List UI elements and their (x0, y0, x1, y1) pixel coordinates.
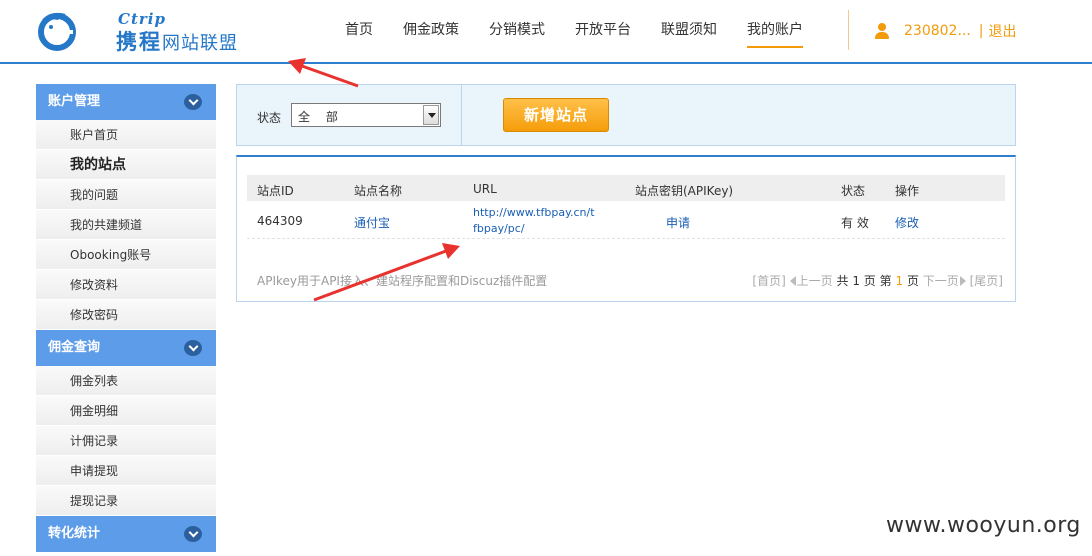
col-site-id: 站点ID (257, 184, 294, 198)
prev-page-link[interactable]: 上一页 (797, 274, 833, 288)
next-page-link[interactable]: 下一页 (923, 274, 959, 288)
table-header: 站点ID 站点名称 URL 站点密钥(APIKey) 状态 操作 (247, 175, 1005, 201)
sidebar-item-change-password[interactable]: 修改密码 (36, 300, 216, 330)
total-prefix: 共 (836, 274, 849, 288)
add-site-button[interactable]: 新增站点 (503, 98, 609, 132)
sidebar-item-my-questions[interactable]: 我的问题 (36, 180, 216, 210)
nav-my-account[interactable]: 我的账户 (732, 0, 818, 62)
header-divider (848, 10, 849, 50)
dolphin-logo-icon (38, 12, 76, 51)
sidebar-item-edit-profile[interactable]: 修改资料 (36, 270, 216, 300)
sidebar-item-commission-detail[interactable]: 佣金明细 (36, 396, 216, 426)
nav-commission-policy[interactable]: 佣金政策 (388, 0, 474, 62)
chevron-down-icon[interactable] (184, 340, 202, 356)
next-arrow-icon (959, 276, 966, 286)
logout-link[interactable]: 退出 (989, 21, 1017, 41)
apikey-note: APIkey用于API接入、建站程序配置和Discuz插件配置 (257, 274, 548, 288)
ctrip-logo[interactable]: Ctrip 携程 网站联盟 (36, 8, 256, 54)
col-url: URL (473, 182, 497, 196)
nav-open-platform[interactable]: 开放平台 (560, 0, 646, 62)
user-icon (874, 23, 890, 39)
sidebar-group-conversion[interactable]: 转化统计 (36, 516, 216, 552)
col-site-name: 站点名称 (354, 184, 403, 198)
status-cell: 有 效 (841, 216, 869, 230)
sidebar-item-co-channels[interactable]: 我的共建频道 (36, 210, 216, 240)
site-name-link[interactable]: 通付宝 (354, 214, 390, 231)
status-select[interactable]: 全 部 (291, 103, 441, 127)
col-status: 状态 (841, 184, 866, 198)
first-page-link[interactable]: [首页] (752, 274, 785, 288)
user-separator: | (978, 23, 984, 39)
pagination: [首页] 上一页 共 1 页 第 1 页 下一页 [尾页] (752, 272, 1003, 289)
sidebar-item-withdraw-records[interactable]: 提现记录 (36, 486, 216, 516)
dropdown-arrow-icon[interactable] (423, 105, 439, 125)
main-nav: 首页 佣金政策 分销模式 开放平台 联盟须知 我的账户 (330, 0, 818, 62)
logo-cn-text: 携程 (116, 30, 162, 54)
sidebar-group-title: 转化统计 (48, 526, 101, 541)
site-url-link[interactable]: http://www.tfbpay.cn/tfbpay/pc/ (473, 205, 597, 237)
site-id-cell: 464309 (257, 214, 303, 228)
sidebar-item-my-sites[interactable]: 我的站点 (36, 150, 216, 180)
sidebar-group-commission[interactable]: 佣金查询 (36, 330, 216, 366)
page-unit: 页 (863, 274, 876, 288)
current-page: 1 (895, 274, 904, 288)
status-select-value: 全 部 (298, 110, 344, 124)
top-header: Ctrip 携程 网站联盟 首页 佣金政策 分销模式 开放平台 联盟须知 我的账… (0, 0, 1092, 64)
nav-alliance-notice[interactable]: 联盟须知 (646, 0, 732, 62)
sidebar-group-title: 佣金查询 (48, 340, 101, 355)
sidebar-group-account[interactable]: 账户管理 (36, 84, 216, 120)
sidebar: 账户管理 账户首页 我的站点 我的问题 我的共建频道 Obooking账号 修改… (36, 84, 216, 552)
sidebar-item-commission-records[interactable]: 计佣记录 (36, 426, 216, 456)
table-row: 464309 通付宝 http://www.tfbpay.cn/tfbpay/p… (247, 201, 1005, 239)
nav-home[interactable]: 首页 (330, 0, 388, 62)
apikey-apply-link[interactable]: 申请 (666, 214, 690, 231)
chevron-down-icon[interactable] (184, 526, 202, 542)
username-link[interactable]: 230802... (904, 23, 971, 39)
sidebar-group-title: 账户管理 (48, 94, 101, 109)
sidebar-item-obooking[interactable]: Obooking账号 (36, 240, 216, 270)
nav-distribution-mode[interactable]: 分销模式 (474, 0, 560, 62)
watermark-text: www.wooyun.org (886, 513, 1081, 538)
edit-link[interactable]: 修改 (895, 214, 919, 231)
logo-subtitle: 网站联盟 (162, 33, 238, 54)
col-apikey: 站点密钥(APIKey) (635, 184, 734, 198)
user-area: 230802... | 退出 (874, 21, 1017, 41)
filter-divider (461, 85, 462, 145)
filter-bar: 状态 全 部 新增站点 (236, 84, 1016, 146)
page-unit: 页 (906, 274, 919, 288)
site-list-panel: 站点ID 站点名称 URL 站点密钥(APIKey) 状态 操作 464309 … (236, 155, 1016, 302)
sidebar-item-apply-withdraw[interactable]: 申请提现 (36, 456, 216, 486)
page-prefix: 第 (879, 274, 892, 288)
col-action: 操作 (895, 184, 920, 198)
status-label: 状态 (257, 111, 282, 125)
total-pages: 1 (852, 274, 860, 288)
sidebar-item-commission-list[interactable]: 佣金列表 (36, 366, 216, 396)
sidebar-item-account-home[interactable]: 账户首页 (36, 120, 216, 150)
chevron-down-icon[interactable] (184, 94, 202, 110)
prev-arrow-icon (789, 276, 796, 286)
last-page-link[interactable]: [尾页] (970, 274, 1003, 288)
